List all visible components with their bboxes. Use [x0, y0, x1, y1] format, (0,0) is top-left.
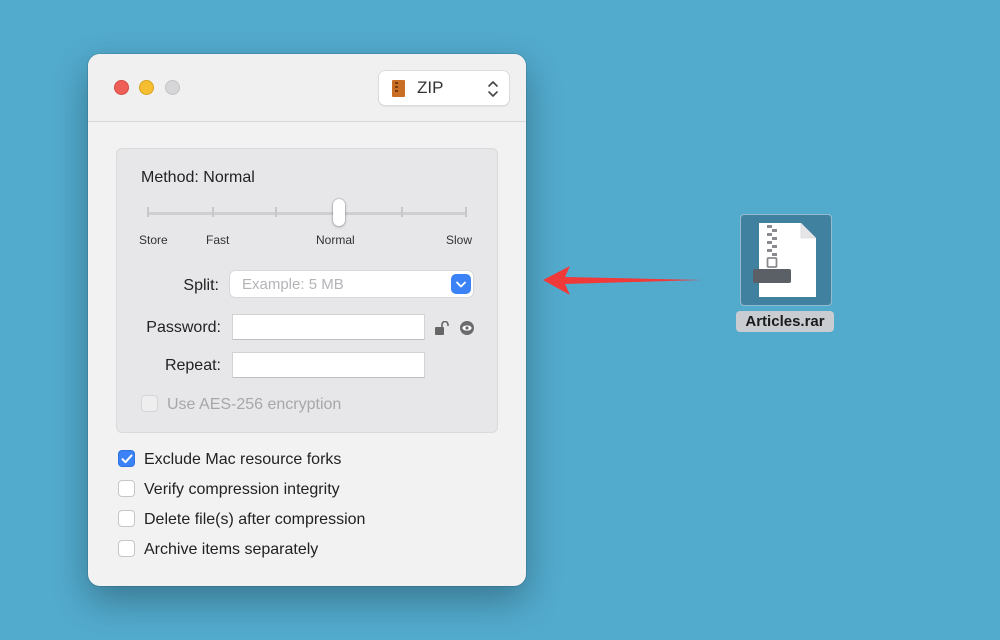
title-bar: ZIP — [88, 54, 526, 122]
slider-label-fast: Fast — [206, 233, 230, 247]
format-select[interactable]: ZIP — [378, 70, 510, 106]
verify-integrity-checkbox[interactable] — [118, 480, 135, 497]
slider-tick — [401, 207, 403, 217]
aes-encryption-label: Use AES-256 encryption — [167, 396, 342, 413]
unlock-icon[interactable] — [435, 321, 451, 335]
split-dropdown-button[interactable] — [451, 274, 471, 294]
slider-tick — [465, 207, 467, 217]
eye-icon[interactable] — [460, 321, 474, 335]
exclude-resource-forks-label: Exclude Mac resource forks — [144, 451, 342, 468]
slider-label-slow: Slow — [446, 233, 473, 247]
compression-options-panel: Method: Normal Store Fast Normal Slow Sp… — [116, 148, 498, 433]
chevron-up-down-icon — [488, 81, 498, 97]
method-slider-thumb[interactable] — [333, 199, 345, 226]
password-label: Password: — [146, 319, 221, 336]
archiver-window: ZIP Method: Normal Store Fast Normal Slo… — [88, 54, 526, 586]
slider-tick — [147, 207, 149, 217]
format-select-label: ZIP — [417, 78, 444, 97]
archive-separately-checkbox[interactable] — [118, 540, 135, 557]
archive-separately-label: Archive items separately — [144, 541, 319, 558]
slider-tick — [212, 207, 214, 217]
delete-after-compression-checkbox[interactable] — [118, 510, 135, 527]
desktop-file-articles-rar[interactable] — [740, 214, 832, 306]
password-field[interactable] — [232, 314, 425, 340]
exclude-resource-forks-checkbox[interactable] — [118, 450, 135, 467]
method-label: Method: Normal — [141, 169, 255, 186]
repeat-label: Repeat: — [164, 357, 221, 374]
checkmark-icon — [121, 454, 132, 463]
aes-encryption-checkbox[interactable] — [141, 395, 158, 412]
close-button[interactable] — [114, 80, 129, 95]
minimize-button[interactable] — [139, 80, 154, 95]
split-combobox — [229, 270, 474, 298]
delete-after-compression-label: Delete file(s) after compression — [144, 511, 366, 528]
split-label: Split: — [183, 277, 219, 294]
repeat-password-field[interactable] — [232, 352, 425, 378]
desktop-file-name[interactable]: Articles.rar — [736, 311, 834, 332]
slider-label-store: Store — [139, 233, 168, 247]
red-arrow-annotation — [543, 266, 702, 295]
split-input[interactable] — [242, 271, 452, 297]
verify-integrity-label: Verify compression integrity — [144, 481, 340, 498]
slider-label-normal: Normal — [316, 233, 355, 247]
method-slider-track[interactable] — [147, 212, 467, 215]
archive-file-icon — [753, 223, 816, 297]
slider-tick — [275, 207, 277, 217]
zoom-button[interactable] — [165, 80, 180, 95]
chevron-down-icon — [456, 281, 466, 287]
zip-archive-icon — [392, 79, 405, 97]
